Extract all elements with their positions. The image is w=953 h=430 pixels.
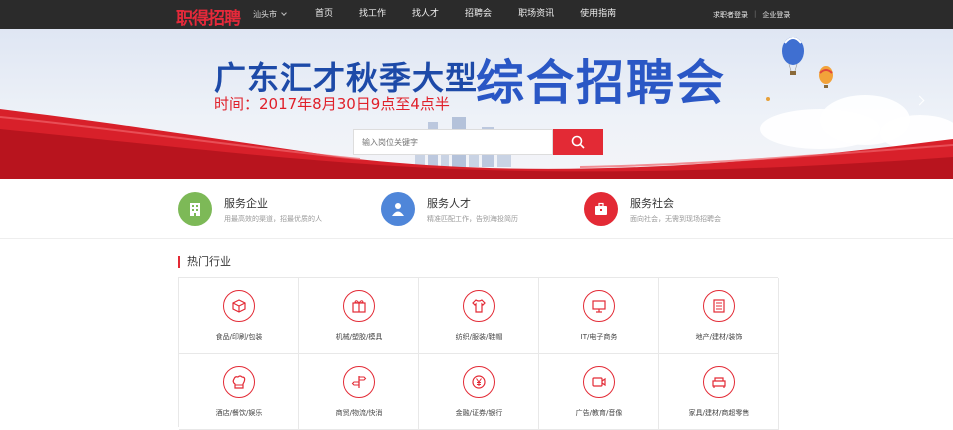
service-title: 服务人才 <box>427 196 471 210</box>
industry-item[interactable]: 酒店/餐饮/娱乐 <box>179 354 299 430</box>
industry-label: 商贸/物流/快消 <box>335 409 383 417</box>
search-button[interactable] <box>553 129 603 155</box>
person-icon <box>381 192 415 226</box>
yuan-icon <box>463 366 495 398</box>
hero-banner: 广东汇才秋季大型 综合招聘会 时间：2017年8月30日9点至4点半 <box>0 29 953 179</box>
search-box <box>353 129 553 155</box>
briefcase-icon <box>584 192 618 226</box>
industry-item[interactable]: 地产/建材/装饰 <box>659 278 779 354</box>
service-desc: 面向社会，无需到现场招聘会 <box>630 214 721 223</box>
service-title: 服务企业 <box>224 196 268 210</box>
nav-job-fair[interactable]: 招聘会 <box>465 0 492 29</box>
industry-label: 酒店/餐饮/娱乐 <box>215 409 263 417</box>
nav-career-news[interactable]: 职场资讯 <box>518 0 554 29</box>
job-search-input[interactable] <box>362 130 552 155</box>
industry-label: 家具/建材/商超零售 <box>688 409 750 417</box>
industry-item[interactable]: 家具/建材/商超零售 <box>659 354 779 430</box>
banner-time: 时间：2017年8月30日9点至4点半 <box>214 95 450 113</box>
tshirt-icon <box>463 290 495 322</box>
service-title: 服务社会 <box>630 196 674 210</box>
sofa-icon <box>703 366 735 398</box>
chef-hat-icon <box>223 366 255 398</box>
services-strip: 服务企业 用最高效的渠道，招最优质的人 服务人才 精准匹配工作，告别海投简历 服… <box>0 179 953 239</box>
gift-icon <box>343 290 375 322</box>
industry-label: 金融/证券/银行 <box>455 409 503 417</box>
monitor-icon <box>583 290 615 322</box>
nav-user-guide[interactable]: 使用指南 <box>580 0 616 29</box>
industry-label: 纺织/服装/鞋帽 <box>455 333 503 341</box>
industry-label: 地产/建材/装饰 <box>695 333 743 341</box>
industry-label: IT/电子商务 <box>580 333 618 341</box>
industry-item[interactable]: 机械/塑胶/模具 <box>299 278 419 354</box>
industry-label: 食品/印刷/包装 <box>215 333 263 341</box>
seeker-login-link[interactable]: 求职者登录 <box>713 10 748 20</box>
main-nav: 首页 找工作 找人才 招聘会 职场资讯 使用指南 <box>315 0 642 29</box>
box-icon <box>223 290 255 322</box>
signpost-icon <box>343 366 375 398</box>
industry-item[interactable]: 金融/证券/银行 <box>419 354 539 430</box>
industry-grid: 食品/印刷/包装 机械/塑胶/模具 纺织/服装/鞋帽 IT/电子商务 地产/建材… <box>178 277 779 430</box>
divider: | <box>754 10 757 18</box>
industry-label: 广告/教育/音像 <box>575 409 623 417</box>
nav-find-talent[interactable]: 找人才 <box>412 0 439 29</box>
banner-title-right: 综合招聘会 <box>476 55 727 111</box>
industry-item[interactable]: 广告/教育/音像 <box>539 354 659 430</box>
industry-item[interactable]: 商贸/物流/快消 <box>299 354 419 430</box>
industry-item[interactable]: 食品/印刷/包装 <box>179 278 299 354</box>
nav-find-job[interactable]: 找工作 <box>359 0 386 29</box>
industry-item[interactable]: 纺织/服装/鞋帽 <box>419 278 539 354</box>
nav-home[interactable]: 首页 <box>315 0 333 29</box>
site-logo[interactable]: 职得招聘 <box>176 4 241 29</box>
industry-label: 机械/塑胶/模具 <box>335 333 383 341</box>
city-label: 汕头市 <box>253 10 277 19</box>
industry-item[interactable]: IT/电子商务 <box>539 278 659 354</box>
top-navigation-bar: 职得招聘 汕头市 首页 找工作 找人才 招聘会 职场资讯 使用指南 求职者登录 … <box>0 0 953 29</box>
service-desc: 精准匹配工作，告别海投简历 <box>427 214 518 223</box>
chevron-down-icon <box>281 10 287 16</box>
company-login-link[interactable]: 企业登录 <box>762 10 790 20</box>
building-icon <box>703 290 735 322</box>
service-talent[interactable]: 服务人才 精准匹配工作，告别海投简历 <box>381 192 518 226</box>
service-enterprise[interactable]: 服务企业 用最高效的渠道，招最优质的人 <box>178 192 322 226</box>
auth-links: 求职者登录 | 企业登录 <box>713 10 790 20</box>
city-selector[interactable]: 汕头市 <box>253 9 287 20</box>
hot-industries-title: 热门行业 <box>178 256 231 268</box>
service-desc: 用最高效的渠道，招最优质的人 <box>224 214 322 223</box>
search-icon <box>571 135 585 149</box>
building-icon <box>178 192 212 226</box>
video-icon <box>583 366 615 398</box>
service-society[interactable]: 服务社会 面向社会，无需到现场招聘会 <box>584 192 721 226</box>
